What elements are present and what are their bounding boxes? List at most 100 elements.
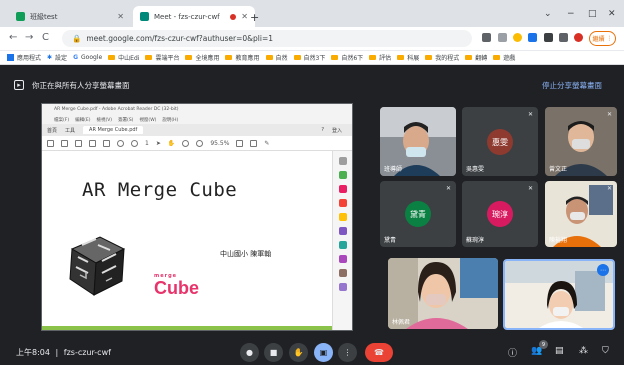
host-controls-icon[interactable]: ⛉ bbox=[602, 346, 609, 356]
more-options-icon[interactable]: ⋯ bbox=[597, 264, 609, 276]
more-tools-icon[interactable] bbox=[339, 283, 347, 291]
bookmark-folder[interactable]: 中山Edi bbox=[108, 53, 139, 62]
bookmark-folder[interactable]: 教育應用 bbox=[225, 53, 260, 62]
tab-home[interactable]: 首頁 bbox=[47, 127, 57, 134]
more-options-button[interactable]: ⋮ bbox=[338, 343, 357, 362]
menu-item[interactable]: 檔案(F) bbox=[54, 117, 69, 123]
edit-pdf-icon[interactable] bbox=[339, 199, 347, 207]
camera-icon[interactable] bbox=[482, 33, 491, 42]
participant-tile-active[interactable]: ⋯ bbox=[503, 259, 615, 330]
bookmark-folder[interactable]: 全境應用 bbox=[185, 53, 219, 62]
hand-icon[interactable]: ✋ bbox=[168, 140, 175, 147]
participant-name: 班導師 bbox=[384, 166, 403, 173]
mail-icon[interactable] bbox=[89, 139, 96, 147]
fit-page-icon[interactable] bbox=[236, 139, 244, 147]
participant-tile[interactable]: ✕ 惠雯 吳惠雯 bbox=[462, 107, 538, 176]
menu-item[interactable]: 編輯(E) bbox=[75, 117, 90, 123]
tab-title: 班級test bbox=[30, 12, 58, 21]
maximize-icon[interactable]: □ bbox=[588, 9, 597, 19]
share-icon[interactable] bbox=[498, 33, 507, 42]
bookmark-google[interactable]: G Google bbox=[73, 54, 102, 61]
sidepanel-icon[interactable] bbox=[559, 33, 568, 42]
reload-icon[interactable]: C bbox=[42, 32, 49, 43]
search-icon[interactable] bbox=[103, 139, 110, 147]
export-pdf-icon[interactable] bbox=[339, 171, 347, 179]
participant-tile[interactable]: 班導師 bbox=[380, 107, 456, 176]
pen-icon[interactable]: ✎ bbox=[264, 140, 269, 147]
bookmark-folder[interactable]: 自然 bbox=[265, 53, 288, 62]
activities-icon[interactable]: ⁂ bbox=[579, 346, 588, 356]
participant-tile[interactable]: ✕ 琬淳 蘇琬淳 bbox=[462, 181, 538, 247]
fill-sign-icon[interactable] bbox=[339, 255, 347, 263]
tab-tools[interactable]: 工具 bbox=[65, 127, 75, 134]
participant-tile[interactable]: ✕ 黛青 黛青 bbox=[380, 181, 456, 247]
minimize-icon[interactable]: − bbox=[567, 9, 575, 19]
menu-item[interactable]: 視窗(W) bbox=[139, 117, 156, 123]
present-button[interactable]: ▣ bbox=[314, 343, 333, 362]
menu-item[interactable]: 說明(H) bbox=[162, 117, 178, 123]
combine-icon[interactable] bbox=[339, 227, 347, 235]
participant-tile[interactable]: 林佩君 bbox=[388, 258, 498, 329]
tab-search-icon[interactable]: ⌄ bbox=[544, 9, 552, 19]
page-up-icon[interactable] bbox=[117, 139, 124, 147]
menu-item[interactable]: 簽署(S) bbox=[118, 117, 133, 123]
bookmark-folder[interactable]: 自然6下 bbox=[331, 53, 363, 62]
resume-button[interactable]: 繼續 ⋮ bbox=[589, 31, 616, 46]
close-icon[interactable]: ✕ bbox=[241, 12, 248, 21]
camera-button[interactable]: ■ bbox=[264, 343, 283, 362]
create-pdf-icon[interactable] bbox=[339, 185, 347, 193]
page-number[interactable]: 1 bbox=[145, 140, 149, 147]
help-icon[interactable]: ? bbox=[321, 127, 324, 134]
forward-icon[interactable]: → bbox=[25, 32, 33, 43]
extension-icon[interactable] bbox=[528, 33, 537, 42]
browser-tab-2[interactable]: Meet - fzs-czur-cwf ✕ bbox=[133, 6, 255, 27]
bookmark-settings[interactable]: ✱ 設定 bbox=[47, 53, 67, 62]
back-icon[interactable]: ← bbox=[9, 32, 17, 43]
bookmark-folder[interactable]: 我的程式 bbox=[425, 53, 459, 62]
bookmark-label: 自然 bbox=[275, 55, 288, 62]
bookmark-folder[interactable]: 評估 bbox=[369, 53, 391, 62]
address-bar[interactable]: 🔒 meet.google.com/fzs-czur-cwf?authuser=… bbox=[62, 30, 472, 47]
stop-sharing-button[interactable]: 停止分享螢幕畫面 bbox=[542, 80, 602, 91]
chat-icon[interactable]: ▤ bbox=[555, 346, 564, 356]
page-down-icon[interactable] bbox=[131, 139, 138, 147]
star-icon[interactable] bbox=[513, 33, 522, 42]
meeting-details-icon[interactable]: ⓘ bbox=[508, 346, 517, 359]
save-icon[interactable] bbox=[47, 139, 54, 147]
google-icon: G bbox=[73, 54, 78, 61]
avatar[interactable] bbox=[574, 33, 583, 42]
close-window-icon[interactable]: ✕ bbox=[608, 9, 616, 19]
bookmark-folder[interactable]: 雲端平台 bbox=[145, 53, 179, 62]
bookmark-folder[interactable]: 自然3下 bbox=[293, 53, 325, 62]
raise-hand-button[interactable]: ✋ bbox=[289, 343, 308, 362]
acrobat-menubar: 檔案(F) 編輯(E) 檢視(V) 簽署(S) 視窗(W) 說明(H) bbox=[42, 115, 352, 124]
apps-icon bbox=[7, 54, 14, 61]
cursor-icon[interactable]: ➤ bbox=[156, 140, 161, 147]
star-icon[interactable] bbox=[61, 139, 68, 147]
bookmark-folder[interactable]: 科展 bbox=[397, 53, 419, 62]
bookmark-label: Google bbox=[81, 54, 103, 61]
bookmark-folder[interactable]: 翻轉 bbox=[465, 53, 487, 62]
bookmark-apps[interactable]: 應用程式 bbox=[7, 53, 41, 62]
comment-tool-icon[interactable] bbox=[339, 213, 347, 221]
participant-tile[interactable]: ✕ 陳裕翔 bbox=[545, 181, 617, 247]
new-tab-button[interactable]: + bbox=[250, 11, 259, 24]
close-icon[interactable]: ✕ bbox=[117, 12, 124, 21]
print-icon[interactable] bbox=[75, 139, 82, 147]
leave-call-button[interactable]: ☎ bbox=[365, 343, 393, 362]
zoom-icon[interactable] bbox=[339, 157, 347, 165]
bookmark-folder[interactable]: 遊戲 bbox=[493, 53, 515, 62]
protect-icon[interactable] bbox=[339, 269, 347, 277]
zoom-level[interactable]: 95.5% bbox=[210, 140, 229, 147]
browser-tab-1[interactable]: 班級test ✕ bbox=[9, 6, 131, 27]
comment-icon[interactable] bbox=[250, 139, 258, 147]
sign-in-link[interactable]: 登入 bbox=[332, 127, 342, 134]
puzzle-icon[interactable] bbox=[544, 33, 553, 42]
participant-tile[interactable]: ✕ 曾文正 bbox=[545, 107, 617, 176]
menu-item[interactable]: 檢視(V) bbox=[96, 117, 112, 123]
zoom-out-icon[interactable] bbox=[182, 139, 190, 147]
organize-icon[interactable] bbox=[339, 241, 347, 249]
zoom-in-icon[interactable] bbox=[196, 139, 204, 147]
tab-document[interactable]: AR Merge Cube.pdf bbox=[83, 126, 144, 134]
microphone-button[interactable]: ● bbox=[240, 343, 259, 362]
